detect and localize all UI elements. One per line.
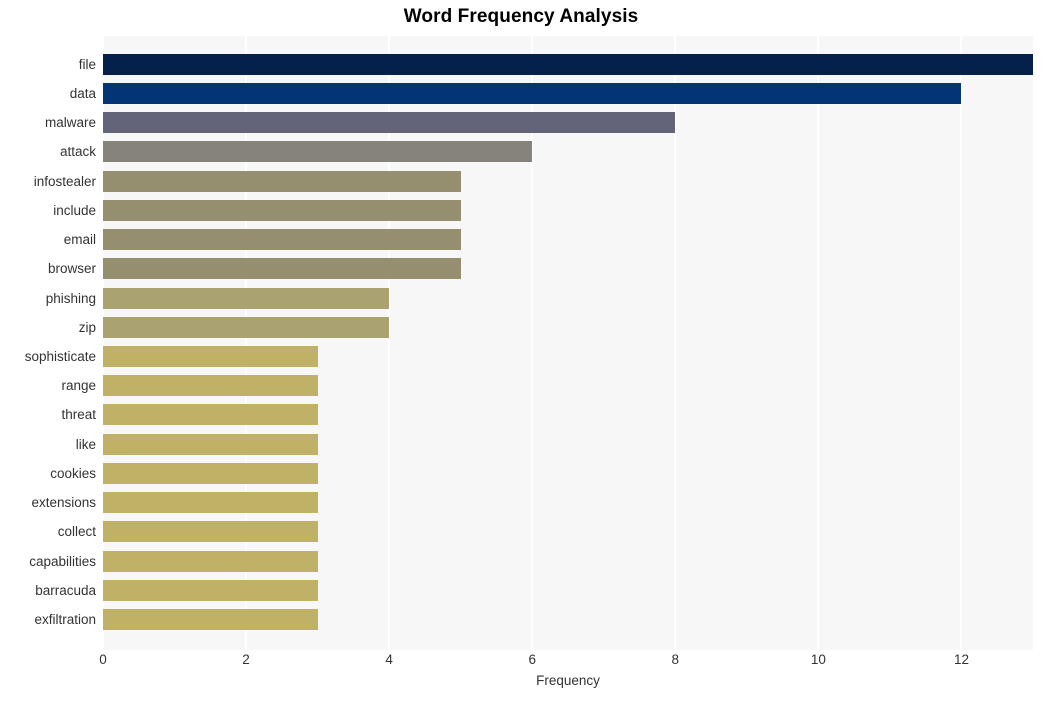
bar[interactable]: [103, 346, 318, 367]
bar-row[interactable]: [103, 431, 1033, 459]
bar[interactable]: [103, 609, 318, 631]
bar-row[interactable]: [103, 606, 1033, 634]
x-axis-tick-label: 8: [671, 652, 680, 667]
bar-row[interactable]: [103, 197, 1033, 225]
y-axis-tick-label: include: [53, 202, 96, 218]
y-axis-tick-label: like: [75, 436, 96, 452]
bar[interactable]: [103, 316, 390, 338]
y-axis-tick-label: zip: [78, 319, 96, 335]
chart-title: Word Frequency Analysis: [403, 6, 639, 27]
bar-row[interactable]: [103, 168, 1033, 196]
x-axis-tick-label: 10: [810, 652, 826, 667]
plot-area: [102, 36, 1033, 650]
bar[interactable]: [103, 492, 318, 514]
bar[interactable]: [103, 53, 1033, 75]
x-axis-tick-label: 0: [99, 652, 107, 667]
bar[interactable]: [103, 229, 461, 251]
bar-row[interactable]: [103, 401, 1033, 429]
bars-container: [103, 36, 1033, 650]
bar-row[interactable]: [103, 314, 1033, 342]
bar[interactable]: [103, 579, 318, 601]
y-axis-tick-label: range: [61, 378, 96, 394]
x-axis-title: Frequency: [536, 673, 600, 688]
bar-row[interactable]: [103, 518, 1033, 546]
bar-row[interactable]: [103, 138, 1033, 166]
word-frequency-chart: Word Frequency Analysis file data malware a…: [0, 0, 1042, 701]
y-axis-tick-label: malware: [44, 115, 96, 131]
y-axis-tick-label: email: [63, 232, 96, 248]
bar[interactable]: [103, 287, 390, 309]
bar[interactable]: [103, 112, 676, 134]
bar-row[interactable]: [103, 548, 1033, 576]
y-axis-tick-label: browser: [47, 261, 96, 277]
y-axis-tick-label: extensions: [31, 495, 96, 511]
bar[interactable]: [103, 141, 533, 163]
x-axis-tick-label: 6: [528, 652, 536, 667]
bar[interactable]: [103, 82, 962, 104]
bar-row[interactable]: [103, 460, 1033, 488]
bar-row[interactable]: [103, 51, 1033, 79]
y-axis-tick-label: threat: [61, 407, 96, 423]
bar[interactable]: [103, 199, 461, 221]
bar-row[interactable]: [103, 577, 1033, 605]
bar[interactable]: [103, 462, 318, 484]
x-axis-tick-label: 4: [385, 652, 393, 667]
y-axis-tick-label: sophisticate: [24, 349, 96, 364]
bar[interactable]: [103, 170, 461, 192]
y-axis-tick-label: infostealer: [33, 173, 96, 189]
bar-row[interactable]: [103, 489, 1033, 517]
y-axis-tick-label: capabilities: [29, 553, 96, 569]
bar[interactable]: [103, 550, 318, 572]
y-axis-tick-label: collect: [57, 524, 96, 540]
y-axis-tick-label: attack: [59, 144, 96, 160]
y-axis-labels: file data malware attack infostealer include e…: [0, 36, 96, 650]
bar-row[interactable]: [103, 285, 1033, 313]
x-axis-tick-label: 12: [953, 652, 969, 667]
bar-row[interactable]: [103, 372, 1033, 400]
y-axis-tick-label: cookies: [50, 465, 96, 481]
y-axis-tick-label: barracuda: [35, 582, 96, 598]
bar-row[interactable]: [103, 255, 1033, 283]
bar-row[interactable]: [103, 80, 1033, 108]
y-axis-tick-label: data: [69, 85, 96, 101]
bar[interactable]: [103, 433, 318, 455]
bar-row[interactable]: [103, 343, 1033, 371]
bar[interactable]: [103, 521, 318, 543]
y-axis-tick-label: file: [78, 56, 96, 72]
bar[interactable]: [103, 258, 461, 280]
bar-row[interactable]: [103, 109, 1033, 137]
x-axis-tick-label: 2: [242, 652, 250, 667]
bar[interactable]: [103, 375, 318, 397]
bar-row[interactable]: [103, 226, 1033, 254]
bar[interactable]: [103, 404, 318, 426]
y-axis-tick-label: exfiltration: [34, 612, 96, 628]
y-axis-tick-label: phishing: [45, 290, 96, 306]
x-axis-ticks: 0 2 4 6 8 10 12: [99, 650, 1033, 672]
